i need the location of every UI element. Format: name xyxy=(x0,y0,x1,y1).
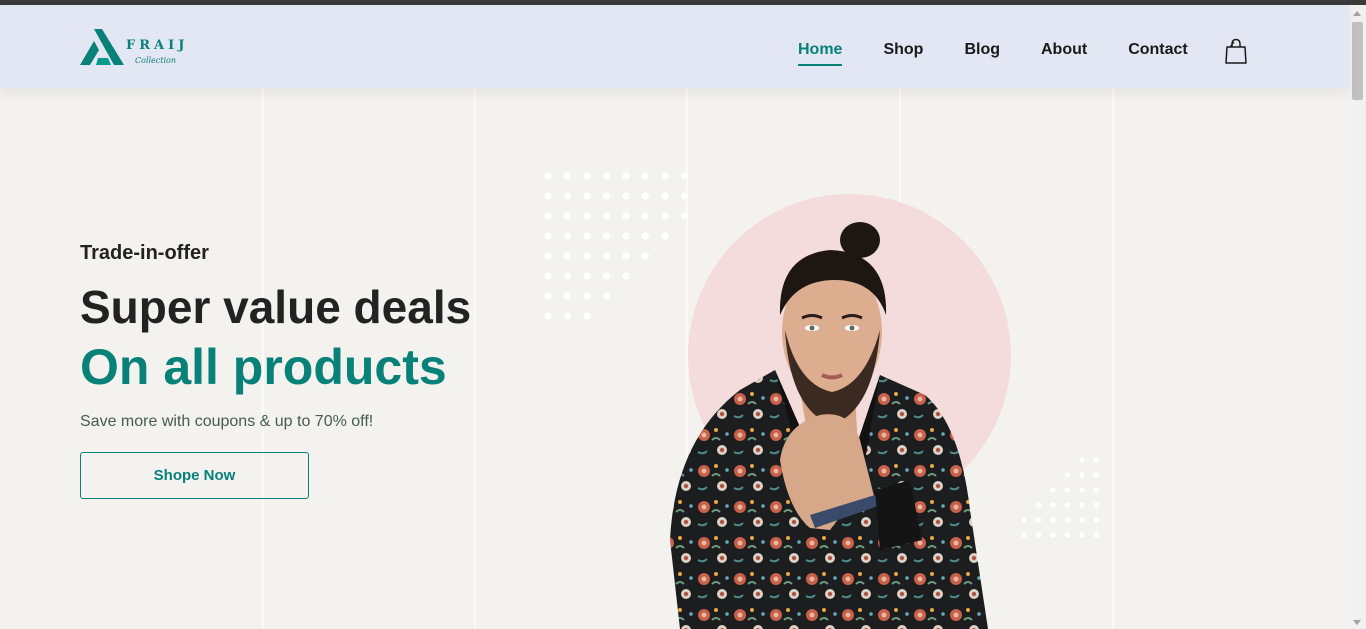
nav-contact[interactable]: Contact xyxy=(1128,41,1188,63)
page-scrollbar[interactable] xyxy=(1349,5,1366,629)
decorative-dot xyxy=(602,212,611,220)
decorative-dot xyxy=(563,312,572,320)
decorative-dot xyxy=(1035,532,1042,538)
decorative-dot xyxy=(622,232,630,240)
decorative-dot xyxy=(1079,532,1085,538)
decorative-dot xyxy=(641,212,650,220)
cart-button[interactable] xyxy=(1224,38,1248,64)
decorative-dot xyxy=(1064,532,1071,538)
shop-now-button[interactable]: Shope Now xyxy=(80,452,309,499)
nav-home[interactable]: Home xyxy=(798,41,843,66)
decorative-dot xyxy=(1064,472,1071,478)
decorative-dot xyxy=(544,192,552,200)
decorative-dot xyxy=(661,172,669,180)
decorative-dot xyxy=(544,292,552,300)
decorative-dot xyxy=(1093,457,1100,463)
nav-shop[interactable]: Shop xyxy=(883,41,923,63)
decorative-dot xyxy=(1050,487,1056,493)
decorative-dot xyxy=(544,232,552,240)
scroll-up-arrow-icon[interactable] xyxy=(1353,11,1361,16)
decorative-dot xyxy=(563,272,572,280)
decorative-dot xyxy=(563,252,572,260)
decorative-dot xyxy=(641,232,650,240)
decorative-dot xyxy=(680,172,689,180)
decorative-dot xyxy=(583,292,591,300)
decorative-dot xyxy=(641,172,650,180)
decorative-dot xyxy=(563,172,572,180)
brand-tagline: Collection xyxy=(135,56,177,65)
decorative-dot xyxy=(602,272,611,280)
decorative-dot xyxy=(1079,517,1085,523)
logo-mark-icon xyxy=(80,29,124,65)
brand-name: FRAIJ xyxy=(126,38,189,53)
decorative-dot xyxy=(1050,532,1056,538)
decorative-dot xyxy=(563,212,572,220)
decorative-dot xyxy=(544,252,552,260)
decorative-dot xyxy=(583,272,591,280)
decorative-dot xyxy=(1093,517,1100,523)
background-gridline xyxy=(474,88,476,629)
hero-model-image xyxy=(670,222,988,629)
hero-tag: Trade-in-offer xyxy=(80,242,209,264)
decorative-dot xyxy=(1035,502,1042,508)
decorative-dot xyxy=(1093,487,1100,493)
main-nav: Home Shop Blog About Contact xyxy=(798,41,1229,66)
decorative-dot xyxy=(1079,487,1085,493)
decorative-dot xyxy=(544,272,552,280)
decorative-dot xyxy=(1050,502,1056,508)
decorative-dot xyxy=(622,252,630,260)
decorative-dot xyxy=(1021,532,1027,538)
decorative-dot xyxy=(641,192,650,200)
decorative-dot xyxy=(1035,517,1042,523)
brand-logo[interactable]: FRAIJ Collection xyxy=(80,25,190,69)
decorative-dot xyxy=(1093,532,1100,538)
decorative-dot xyxy=(1079,472,1085,478)
decorative-dot xyxy=(1064,502,1071,508)
nav-blog[interactable]: Blog xyxy=(964,41,1000,63)
decorative-dot xyxy=(602,192,611,200)
shopping-bag-icon xyxy=(1225,38,1247,64)
decorative-dot xyxy=(563,232,572,240)
decorative-dot xyxy=(641,252,650,260)
decorative-dot xyxy=(563,292,572,300)
decorative-dot xyxy=(1021,517,1027,523)
decorative-dot xyxy=(544,212,552,220)
decorative-dot xyxy=(622,212,630,220)
decorative-dot xyxy=(1050,517,1056,523)
decorative-dot xyxy=(602,252,611,260)
decorative-dot xyxy=(544,172,552,180)
dot-pattern-bottom xyxy=(1021,457,1100,538)
decorative-dot xyxy=(563,192,572,200)
decorative-dot xyxy=(1093,502,1100,508)
hero-subheadline: On all products xyxy=(80,339,447,395)
decorative-dot xyxy=(583,252,591,260)
decorative-dot xyxy=(1064,487,1071,493)
hero-headline: Super value deals xyxy=(80,281,472,333)
decorative-dot xyxy=(602,172,611,180)
decorative-dot xyxy=(622,272,630,280)
decorative-dot xyxy=(583,212,591,220)
decorative-dot xyxy=(583,232,591,240)
decorative-dot xyxy=(583,172,591,180)
decorative-dot xyxy=(544,312,552,320)
scroll-down-arrow-icon[interactable] xyxy=(1353,620,1361,625)
decorative-dot xyxy=(602,232,611,240)
decorative-dot xyxy=(680,192,689,200)
decorative-dot xyxy=(661,192,669,200)
decorative-dot xyxy=(622,172,630,180)
decorative-dot xyxy=(583,312,591,320)
decorative-dot xyxy=(602,292,611,300)
scrollbar-thumb[interactable] xyxy=(1352,22,1363,100)
hero-description: Save more with coupons & up to 70% off! xyxy=(80,413,374,430)
decorative-dot xyxy=(1079,457,1085,463)
decorative-dot xyxy=(583,192,591,200)
decorative-dot xyxy=(1093,472,1100,478)
decorative-dot xyxy=(1064,517,1071,523)
site-header: FRAIJ Collection Home Shop Blog About Co… xyxy=(0,5,1349,88)
nav-about[interactable]: About xyxy=(1041,41,1087,63)
decorative-dot xyxy=(622,192,630,200)
decorative-dot xyxy=(1079,502,1085,508)
